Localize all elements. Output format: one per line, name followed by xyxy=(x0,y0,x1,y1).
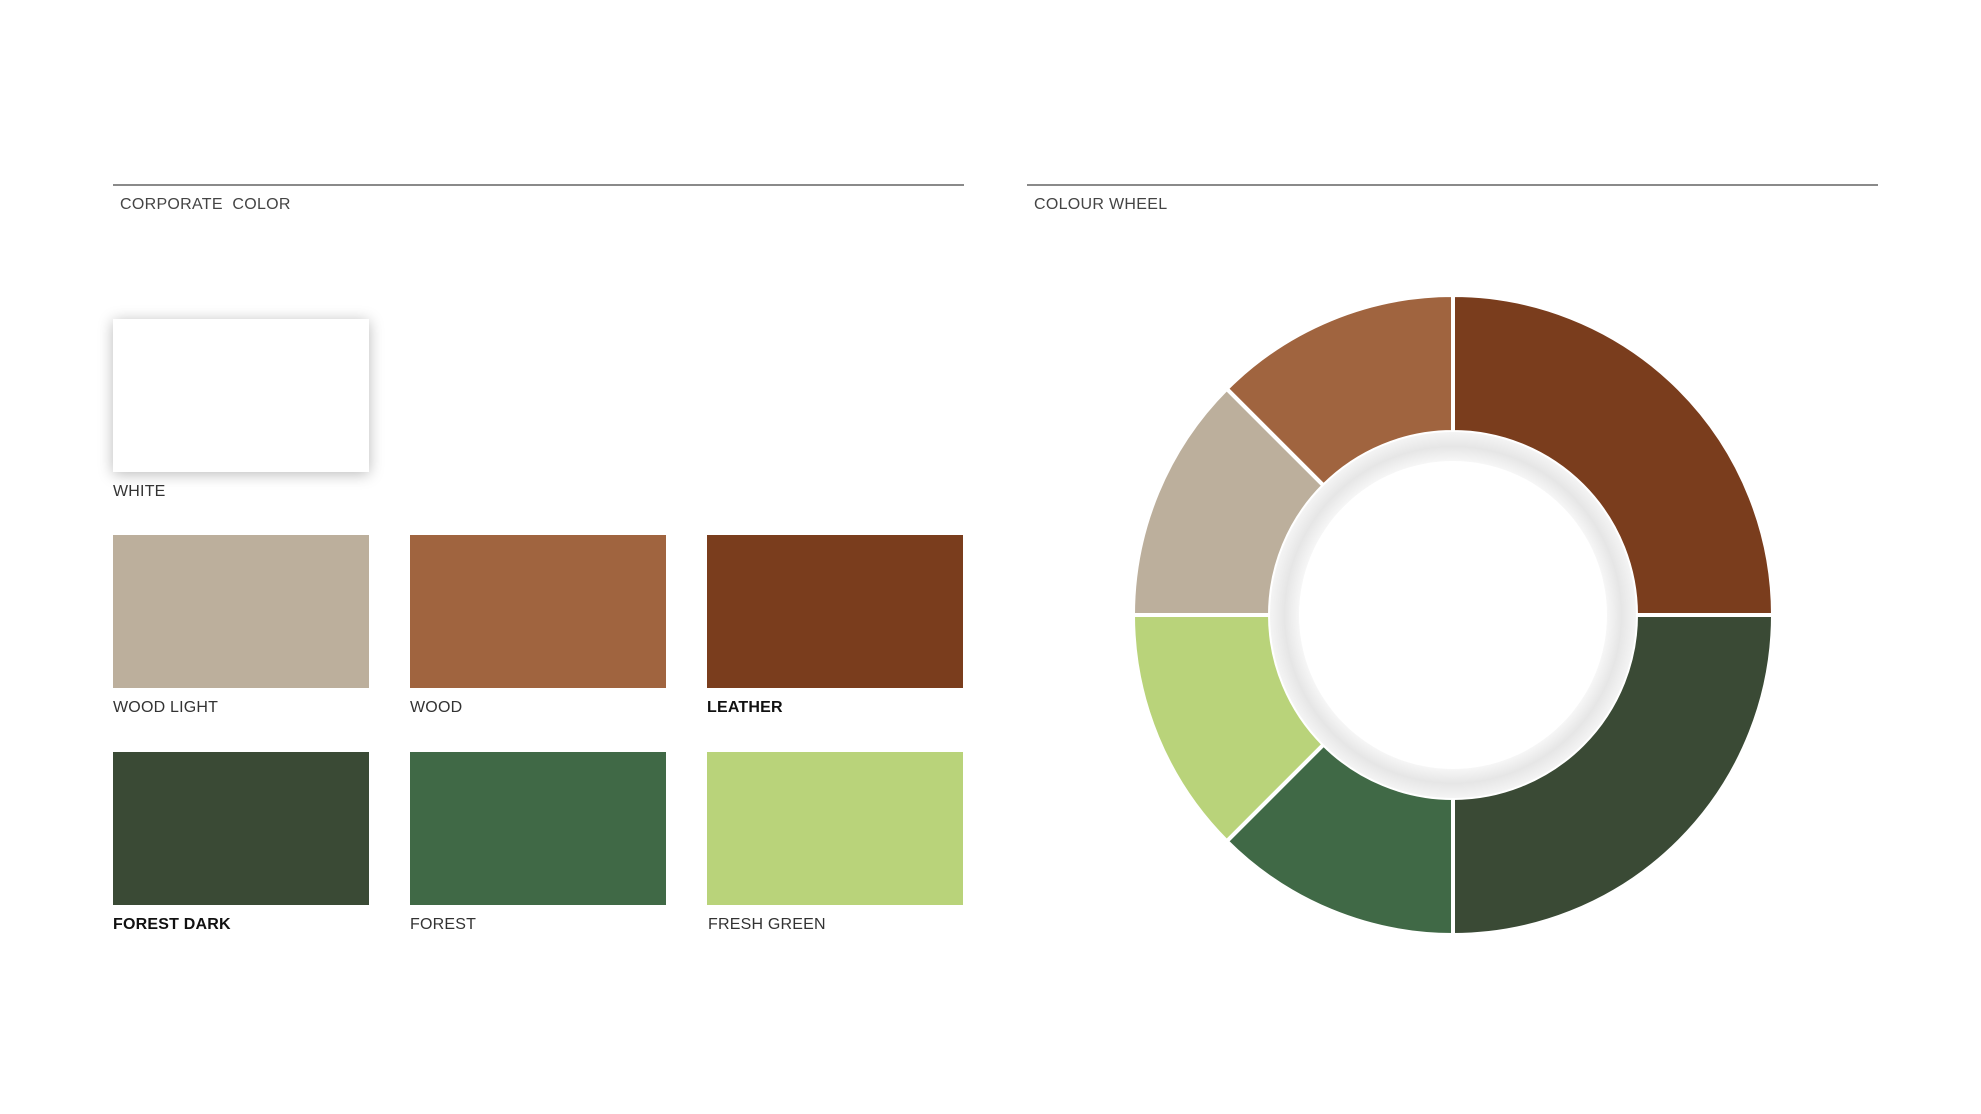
swatch-label-wood-light: WOOD LIGHT xyxy=(113,699,219,716)
swatch-wood xyxy=(410,535,666,688)
colour-wheel-title: COLOUR WHEEL xyxy=(1034,196,1168,213)
swatch-label-forest-dark: FOREST DARK xyxy=(113,916,231,933)
swatch-label-forest: FOREST xyxy=(410,916,477,933)
corporate-color-rule xyxy=(113,184,964,186)
corporate-color-title: CORPORATE COLOR xyxy=(120,196,291,213)
swatch-forest xyxy=(410,752,666,905)
swatch-label-leather: LEATHER xyxy=(707,699,783,716)
swatch-fresh-green xyxy=(707,752,963,905)
swatch-white xyxy=(113,319,369,472)
swatch-forest-dark xyxy=(113,752,369,905)
wheel-center xyxy=(1299,461,1607,769)
colour-wheel-rule xyxy=(1027,184,1878,186)
swatch-wood-light xyxy=(113,535,369,688)
swatch-label-fresh-green: FRESH GREEN xyxy=(708,916,826,933)
swatch-leather xyxy=(707,535,963,688)
swatch-label-white: WHITE xyxy=(113,483,166,500)
swatch-label-wood: WOOD xyxy=(410,699,463,716)
colour-wheel xyxy=(1130,292,1776,938)
